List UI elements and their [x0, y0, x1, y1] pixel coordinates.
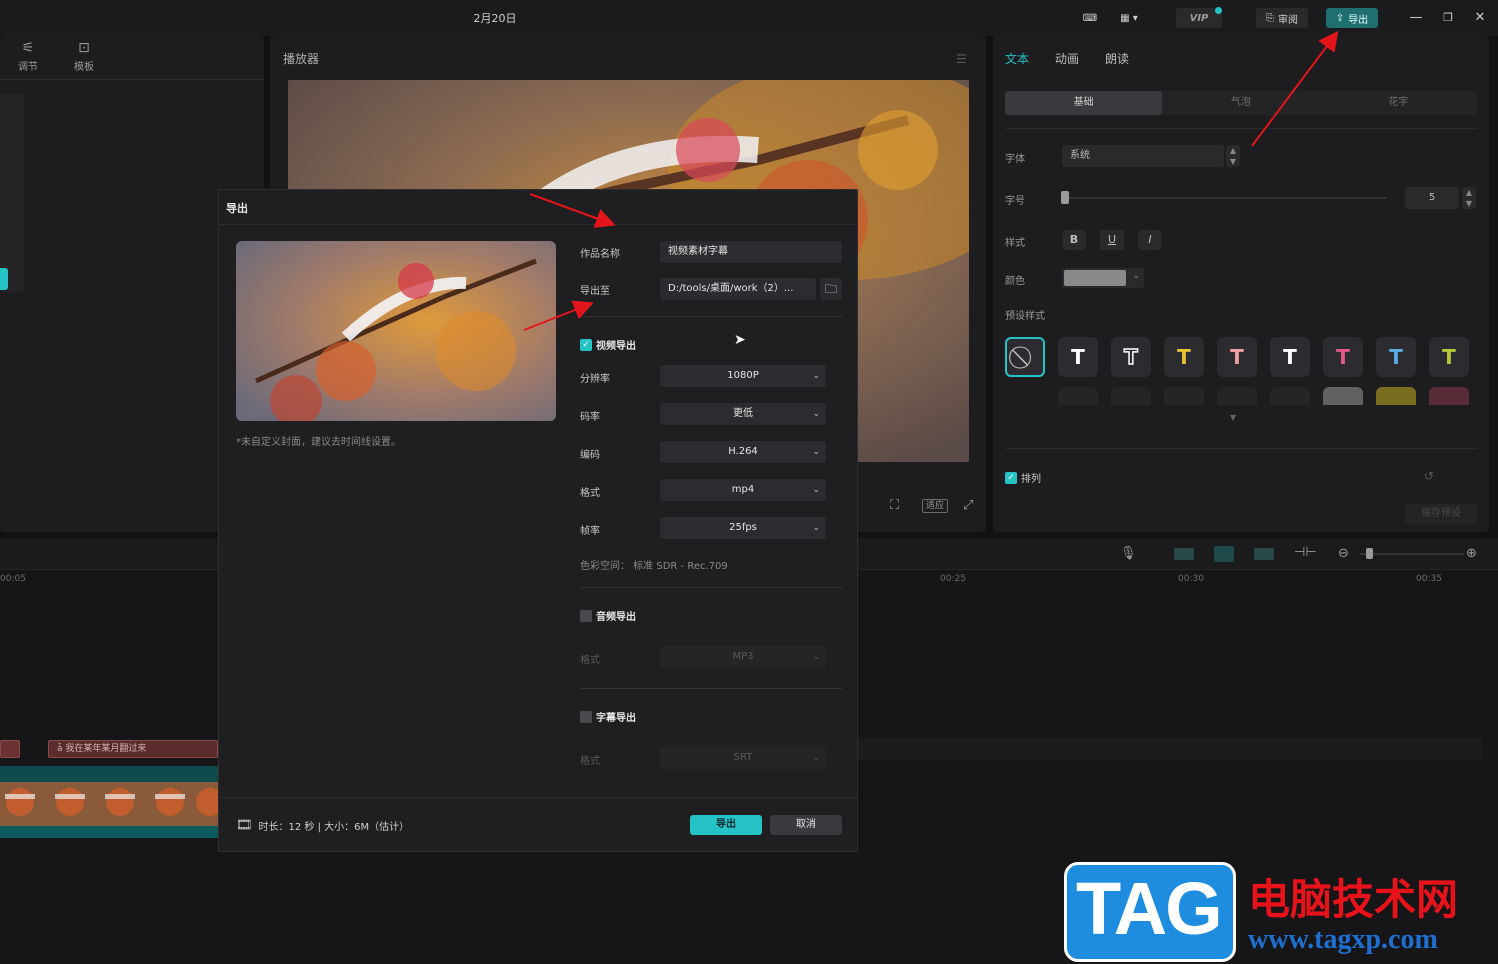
arrow-to-name	[529, 193, 616, 228]
watermark-url: www.tagxp.com	[1248, 924, 1438, 955]
arrow-to-path	[523, 300, 594, 331]
watermark-cn: 电脑技术网	[1248, 875, 1459, 924]
arrow-to-export	[1251, 30, 1339, 147]
watermark-logo: TAG 电脑技术网 www.tagxp.com	[1062, 860, 1498, 964]
annotation-arrows	[523, 30, 1339, 331]
watermark-tag: TAG	[1076, 867, 1223, 950]
app-window: 2月20日 ⌨ ▦ ▾ VIP ⎘ 审阅 ⇪ 导出 — ❐ ✕ ⚟ 调节 ⊡ 模板 播放…	[0, 0, 1498, 964]
